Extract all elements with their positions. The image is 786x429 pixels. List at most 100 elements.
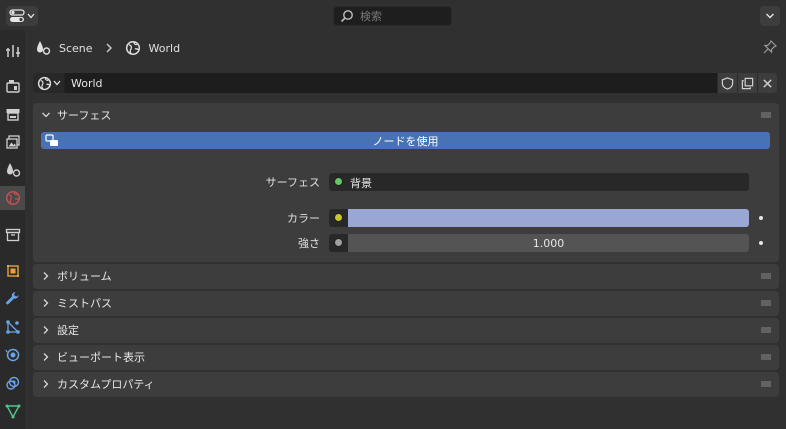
chevron-right-icon (43, 299, 49, 307)
search-icon (340, 10, 353, 23)
world-icon (37, 76, 51, 90)
chevron-right-icon (106, 43, 112, 53)
chevron-right-icon (43, 326, 49, 334)
chevron-right-icon (43, 272, 49, 280)
properties-editor-icon (9, 9, 25, 22)
drag-handle-icon[interactable] (761, 273, 771, 279)
constraints-icon (5, 376, 19, 390)
value-socket-icon[interactable] (334, 238, 343, 247)
viewport-display-panel[interactable]: ビューポート表示 (33, 345, 779, 370)
color-label: カラー (287, 212, 320, 225)
drag-handle-icon[interactable] (761, 300, 771, 306)
drag-handle-icon[interactable] (761, 354, 771, 360)
tab-physics[interactable] (0, 343, 25, 367)
strength-label: 強さ (298, 237, 320, 250)
tab-modifier[interactable] (0, 287, 25, 311)
tab-output[interactable] (0, 102, 25, 126)
tab-object[interactable] (0, 259, 25, 283)
pin-icon (763, 39, 778, 54)
tab-constraints[interactable] (0, 371, 25, 395)
drag-handle-icon[interactable] (761, 381, 771, 387)
drag-handle-icon[interactable] (761, 327, 771, 333)
tab-data[interactable] (0, 399, 25, 423)
volume-panel[interactable]: ボリューム (33, 264, 779, 289)
data-icon (5, 404, 20, 419)
shader-socket-icon (334, 177, 343, 186)
chevron-right-icon (43, 353, 49, 361)
surface-panel-header[interactable]: サーフェス (33, 103, 779, 127)
panel-title: ビューポート表示 (57, 351, 145, 364)
unlink-button[interactable] (757, 73, 777, 93)
color-field (329, 209, 749, 227)
breadcrumb: Scene World (35, 39, 180, 57)
object-icon (6, 265, 19, 277)
properties-header: 検索 (0, 0, 786, 30)
custom-properties-panel-header[interactable]: カスタムプロパティ (33, 372, 779, 396)
duplicate-button[interactable] (737, 73, 757, 93)
color-swatch[interactable] (348, 209, 749, 227)
mist-pass-panel[interactable]: ミストパス (33, 291, 779, 316)
panel-title: 設定 (57, 324, 79, 337)
output-icon (6, 109, 19, 121)
chevron-down-icon (53, 80, 60, 86)
tab-particles[interactable] (0, 315, 25, 339)
options-dropdown-button[interactable] (760, 6, 780, 26)
use-nodes-button[interactable]: ノードを使用 (41, 132, 770, 149)
search-placeholder: 検索 (360, 10, 382, 23)
mist-pass-panel-header[interactable]: ミストパス (33, 291, 779, 315)
world-datablock-selector: World (33, 73, 779, 93)
editor-type-button[interactable] (6, 6, 38, 26)
scene-icon (37, 41, 51, 55)
panel-title: ボリューム (57, 270, 112, 283)
settings-panel[interactable]: 設定 (33, 318, 779, 343)
tab-tool[interactable] (0, 38, 25, 62)
tab-view-layer[interactable] (0, 130, 25, 154)
particles-icon (5, 320, 20, 334)
world-name-field[interactable]: World (65, 73, 717, 93)
scene-icon (6, 163, 20, 177)
physics-icon (4, 348, 19, 362)
tab-scene[interactable] (0, 158, 25, 182)
tab-collection[interactable] (0, 223, 25, 247)
fake-user-button[interactable] (717, 73, 737, 93)
surface-shader-value: 背景 (350, 177, 372, 190)
drag-handle-icon[interactable] (761, 112, 771, 118)
keyframe-dot-icon[interactable] (759, 241, 763, 245)
chevron-down-icon (766, 13, 774, 19)
color-socket-icon[interactable] (334, 213, 343, 222)
tab-world[interactable] (0, 186, 25, 210)
surface-panel: サーフェス ノードを使用 サーフェス 背景 カラー 強さ 1.000 (33, 103, 779, 262)
node-tree-icon (45, 134, 58, 146)
breadcrumb-world[interactable]: World (149, 42, 181, 55)
surface-shader-selector[interactable]: 背景 (329, 173, 749, 191)
keyframe-dot-icon[interactable] (759, 216, 763, 220)
chevron-right-icon (43, 380, 49, 388)
breadcrumb-scene[interactable]: Scene (59, 42, 93, 55)
surface-label: サーフェス (265, 176, 320, 189)
render-icon (5, 80, 20, 93)
browse-world-button[interactable] (33, 73, 65, 93)
properties-tabs (0, 30, 25, 429)
panel-title: カスタムプロパティ (57, 378, 155, 391)
volume-panel-header[interactable]: ボリューム (33, 264, 779, 288)
collection-icon (5, 228, 20, 242)
shield-icon (721, 76, 734, 90)
use-nodes-label: ノードを使用 (372, 134, 439, 148)
chevron-down-icon (42, 112, 50, 118)
strength-field: 1.000 (329, 234, 749, 252)
tab-render[interactable] (0, 74, 25, 98)
panel-title: ミストパス (57, 297, 112, 310)
search-input[interactable]: 検索 (333, 6, 452, 26)
world-icon (5, 190, 20, 206)
pin-button[interactable] (763, 39, 778, 57)
viewport-display-panel-header[interactable]: ビューポート表示 (33, 345, 779, 369)
settings-panel-header[interactable]: 設定 (33, 318, 779, 342)
custom-properties-panel[interactable]: カスタムプロパティ (33, 372, 779, 397)
modifier-icon (5, 291, 19, 305)
tool-icon (5, 45, 20, 57)
panel-title: サーフェス (57, 109, 112, 122)
view-layer-icon (5, 135, 20, 149)
strength-value[interactable]: 1.000 (348, 234, 749, 252)
properties-main: Scene World World サーフェス ノードを使用 サーフェス 背景 … (25, 30, 786, 429)
duplicate-icon (741, 77, 754, 89)
